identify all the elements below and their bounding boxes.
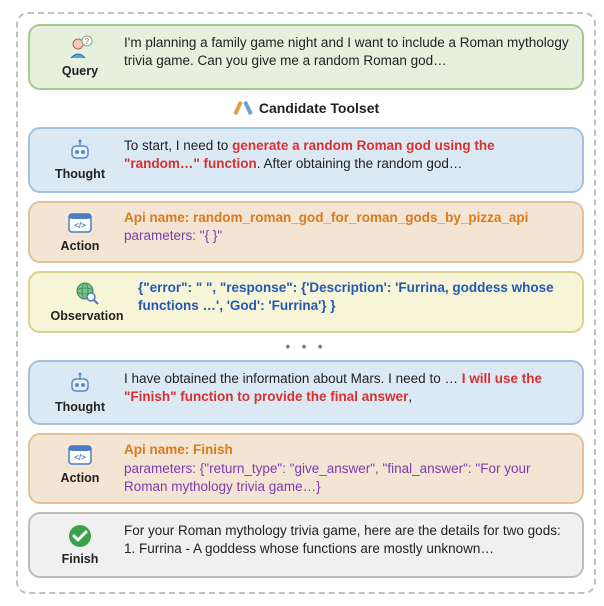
action2-params-label: parameters:	[124, 461, 200, 476]
thought2-plain1: I have obtained the information about Ma…	[124, 371, 462, 386]
query-leftcol: ? Query	[40, 34, 120, 80]
finish-card: Finish For your Roman mythology trivia g…	[28, 512, 584, 578]
thought2-leftcol: Thought	[40, 370, 120, 416]
action1-leftcol: </> Action	[40, 209, 120, 255]
action-card-1: </> Action Api name: random_roman_god_fo…	[28, 201, 584, 263]
action2-content: Api name: Finish parameters: {"return_ty…	[124, 441, 572, 496]
thought-card-2: Thought I have obtained the information …	[28, 360, 584, 426]
observation-text: {"error": " ", "response": {'Description…	[138, 279, 572, 315]
action-card-2: </> Action Api name: Finish parameters: …	[28, 433, 584, 504]
action1-content: Api name: random_roman_god_for_roman_god…	[124, 209, 572, 245]
action2-label: Action	[61, 470, 100, 487]
finish-text: For your Roman mythology trivia game, he…	[124, 522, 572, 558]
thought1-plain2: . After obtaining the random god…	[257, 156, 463, 171]
query-label: Query	[62, 63, 98, 80]
globe-search-icon	[73, 279, 101, 307]
action1-api-label: Api name:	[124, 210, 193, 225]
svg-text:</>: </>	[74, 221, 86, 230]
observation-label: Observation	[51, 308, 124, 325]
person-question-icon: ?	[66, 34, 94, 62]
code-window-icon: </>	[66, 441, 94, 469]
code-window-icon: </>	[66, 209, 94, 237]
action2-api-value: Finish	[193, 442, 233, 457]
thought-card-1: Thought To start, I need to generate a r…	[28, 127, 584, 193]
check-circle-icon	[66, 522, 94, 550]
thought2-plain2: ,	[408, 389, 412, 404]
thought1-leftcol: Thought	[40, 137, 120, 183]
observation-leftcol: Observation	[40, 279, 134, 325]
ellipsis-icon: • • •	[28, 339, 584, 354]
thought1-plain1: To start, I need to	[124, 138, 232, 153]
toolset-label: Candidate Toolset	[259, 100, 379, 116]
action2-leftcol: </> Action	[40, 441, 120, 487]
action1-params-label: parameters:	[124, 228, 200, 243]
robot-icon	[66, 137, 94, 165]
action1-api-value: random_roman_god_for_roman_gods_by_pizza…	[193, 210, 528, 225]
finish-label: Finish	[62, 551, 99, 568]
candidate-toolset-row: Candidate Toolset	[28, 98, 584, 119]
action2-api-label: Api name:	[124, 442, 193, 457]
finish-leftcol: Finish	[40, 522, 120, 568]
action1-label: Action	[61, 238, 100, 255]
robot-icon	[66, 370, 94, 398]
observation-card: Observation {"error": " ", "response": {…	[28, 271, 584, 333]
thought2-content: I have obtained the information about Ma…	[124, 370, 572, 406]
thought2-label: Thought	[55, 399, 105, 416]
action1-params-value: "{ }"	[200, 228, 222, 243]
thought1-content: To start, I need to generate a random Ro…	[124, 137, 572, 173]
thought1-label: Thought	[55, 166, 105, 183]
query-card: ? Query I'm planning a family game night…	[28, 24, 584, 90]
svg-text:</>: </>	[74, 453, 86, 462]
svg-text:?: ?	[85, 37, 90, 46]
query-text: I'm planning a family game night and I w…	[124, 34, 572, 70]
tools-icon	[233, 98, 253, 118]
diagram-container: ? Query I'm planning a family game night…	[16, 12, 596, 594]
